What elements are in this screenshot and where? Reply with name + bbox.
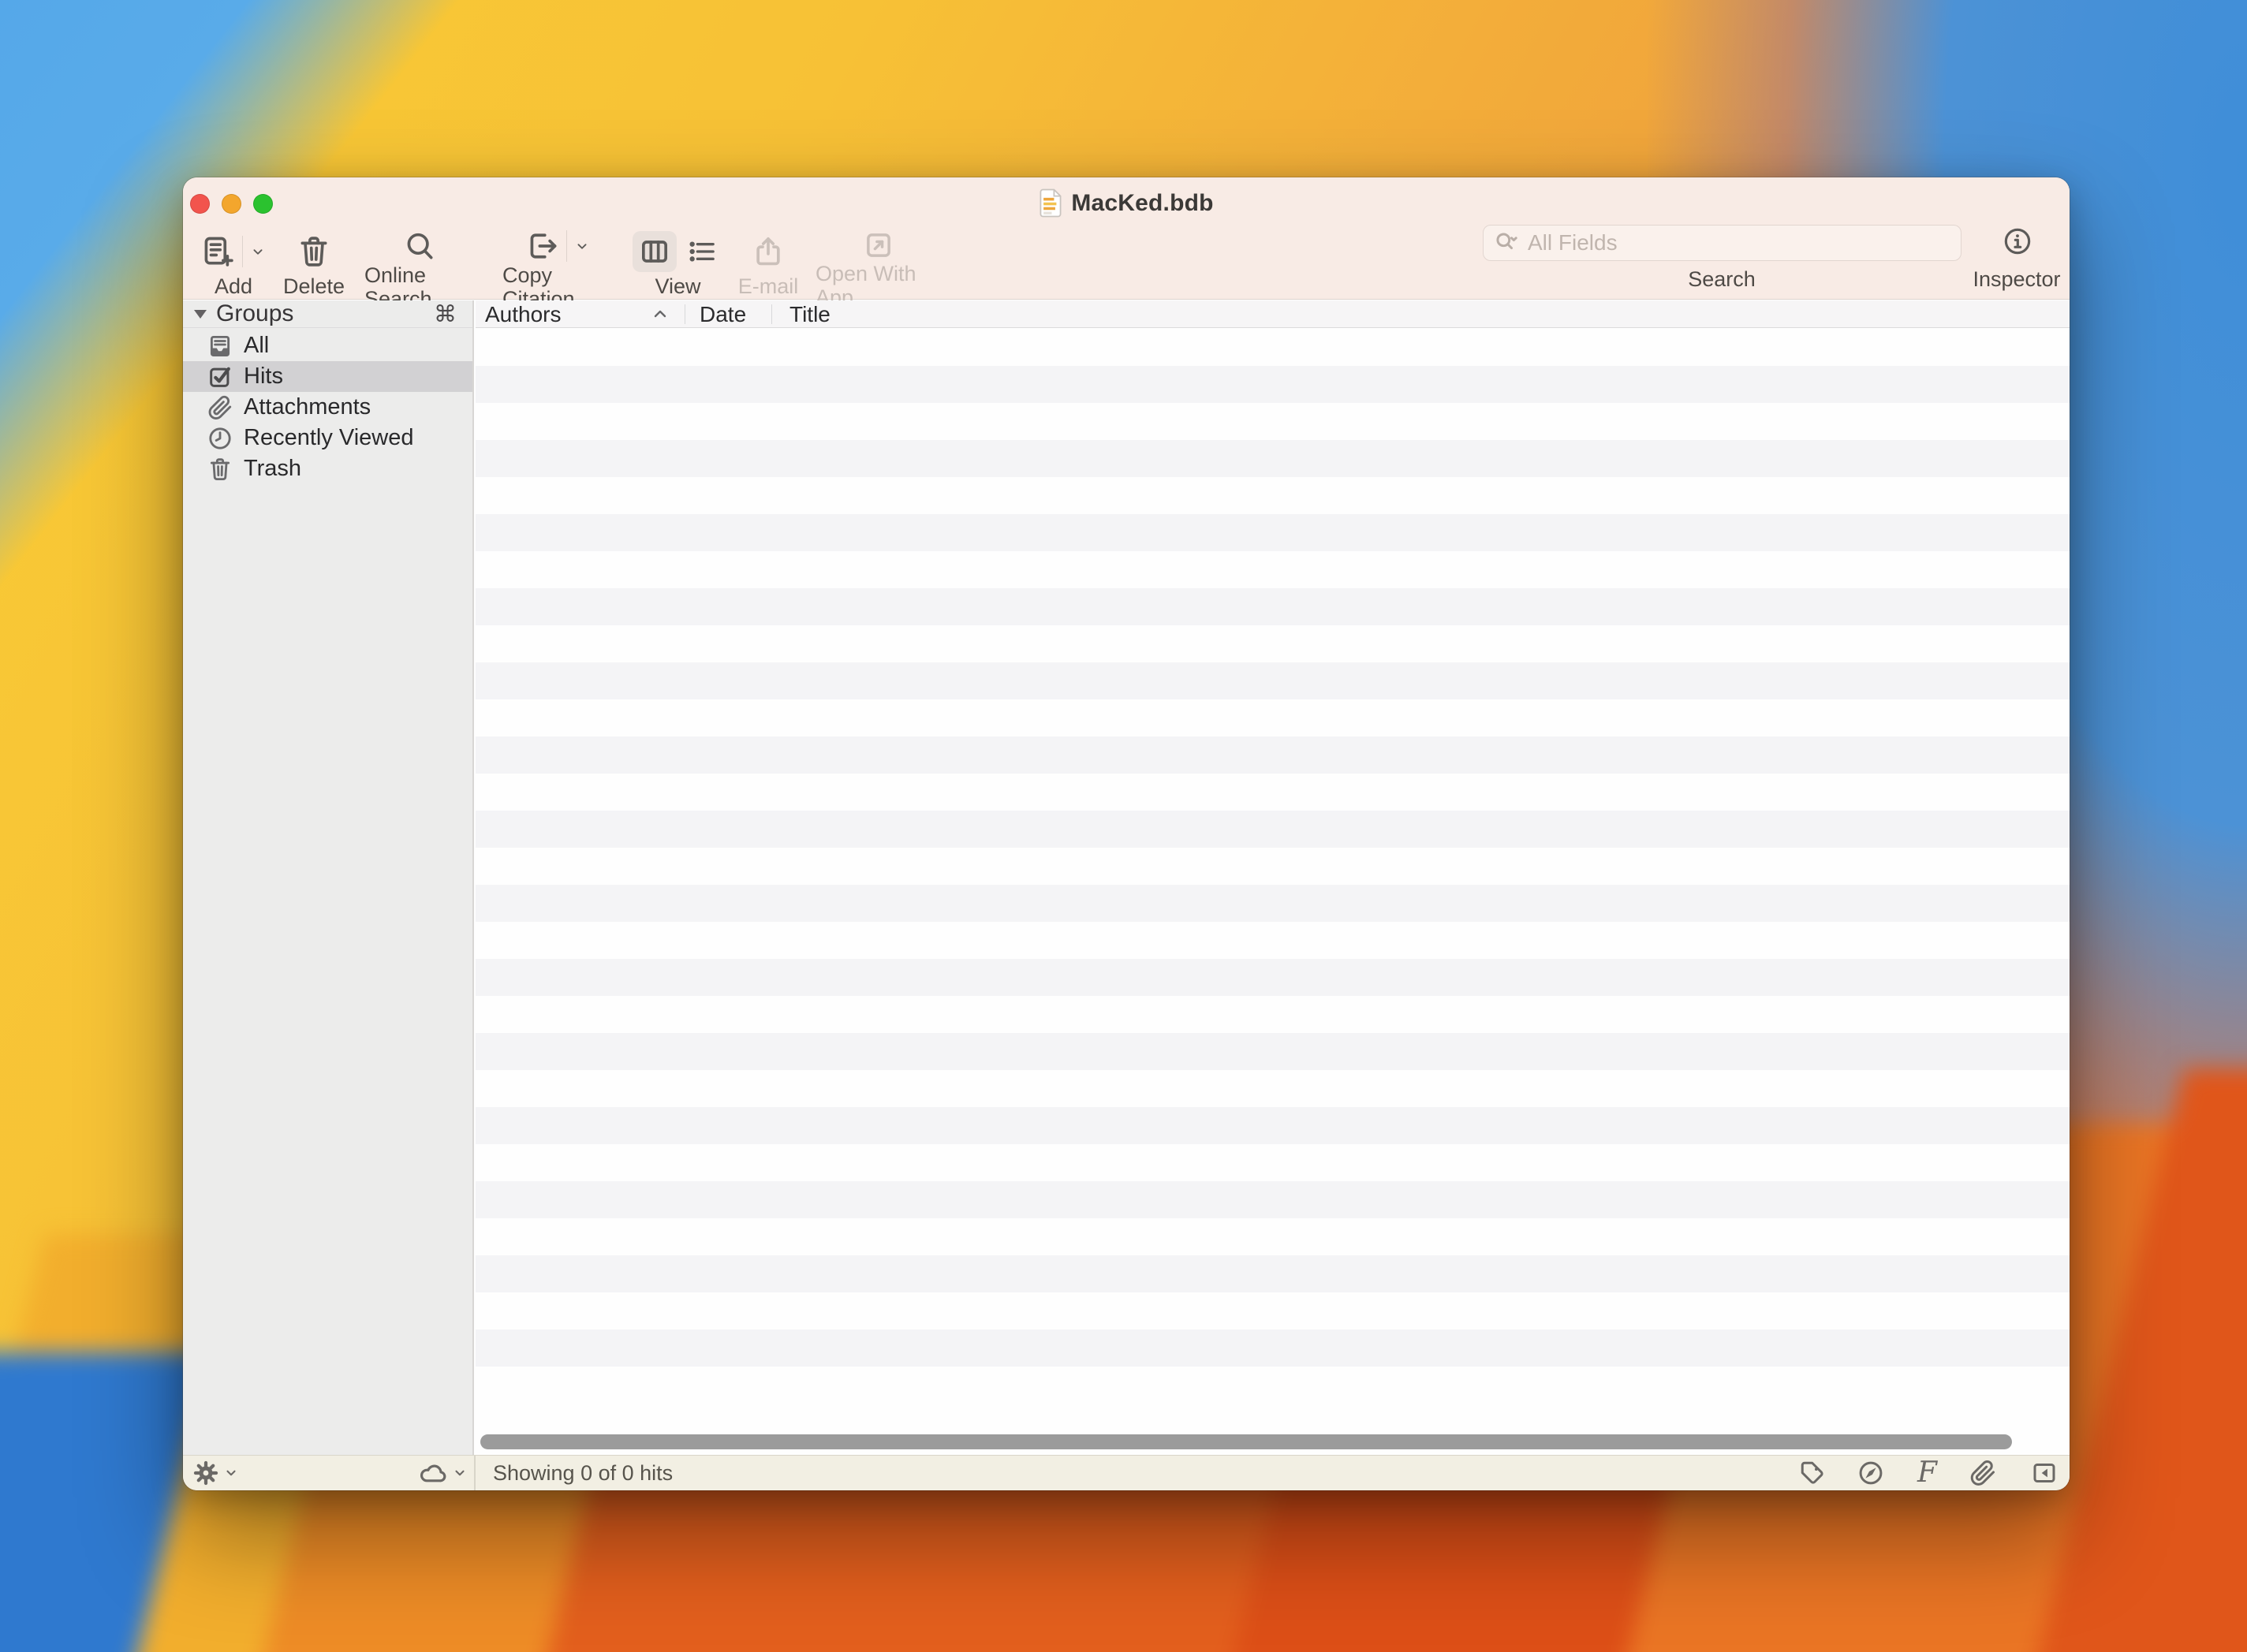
column-label: Date [700, 302, 746, 327]
bibtex-format-button[interactable]: F [1917, 1459, 1937, 1487]
export-citation-icon[interactable] [525, 229, 560, 263]
action-menu-button[interactable] [192, 1460, 238, 1486]
sidebar-item-label: Hits [244, 364, 283, 390]
column-header-authors[interactable]: Authors [485, 300, 562, 328]
sidebar-item-recently-viewed[interactable]: Recently Viewed [183, 423, 472, 453]
open-with-app-button: Open With App [816, 229, 942, 298]
status-message: Showing 0 of 0 hits [493, 1456, 673, 1490]
cloud-icon [418, 1458, 448, 1488]
search-label: Search [1672, 267, 1771, 292]
sidebar-item-attachments[interactable]: Attachments [183, 392, 472, 423]
status-bar: Showing 0 of 0 hits F [183, 1455, 2070, 1490]
email-label: E-mail [738, 274, 799, 298]
sidebar-item-label: Recently Viewed [244, 425, 413, 451]
info-icon [2002, 226, 2033, 257]
view-columns-button[interactable] [633, 231, 677, 272]
inspector-label: Inspector [1956, 267, 2077, 292]
format-f-icon: F [1917, 1459, 1937, 1487]
groups-sidebar: Groups ⌘ All [183, 300, 474, 1455]
sidebar-item-label: Attachments [244, 394, 371, 420]
groups-list: All Hits [183, 330, 472, 484]
compass-icon [1857, 1459, 1885, 1487]
paperclip-icon [1969, 1459, 1997, 1487]
column-header-date[interactable]: Date [700, 300, 746, 328]
publications-table: Authors Date Title [476, 300, 2070, 1455]
column-divider[interactable] [771, 304, 772, 324]
add-button[interactable]: Add [194, 229, 273, 298]
app-window: MacKed.bdb Add [183, 177, 2070, 1490]
chevron-down-icon [453, 1466, 467, 1480]
search-icon [402, 229, 437, 263]
table-header: Authors Date Title [476, 300, 2070, 328]
trash-icon [297, 234, 331, 269]
clock-icon [207, 425, 233, 452]
column-header-title[interactable]: Title [789, 300, 830, 328]
groups-header[interactable]: Groups ⌘ [183, 300, 472, 328]
sidebar-item-label: All [244, 333, 269, 359]
search-menu-icon[interactable] [1493, 229, 1520, 256]
copy-citation-menu-chevron-icon[interactable] [573, 237, 591, 255]
content-area: Groups ⌘ All [183, 300, 2070, 1455]
email-button: E-mail [733, 229, 804, 298]
search-field[interactable] [1483, 225, 1961, 261]
tag-icon [1798, 1459, 1827, 1487]
divider [474, 1456, 476, 1490]
online-search-button[interactable]: Online Search [364, 229, 475, 298]
document-proxy-icon [1039, 188, 1062, 218]
table-rows-empty [476, 329, 2070, 1404]
divider [242, 236, 243, 267]
sidebar-item-trash[interactable]: Trash [183, 453, 472, 484]
gear-icon [192, 1460, 219, 1486]
disclosure-triangle-icon[interactable] [194, 310, 207, 319]
tag-button[interactable] [1798, 1459, 1827, 1487]
sort-ascending-icon [651, 307, 670, 321]
view-list-button[interactable] [680, 231, 724, 272]
add-menu-chevron-icon[interactable] [249, 243, 267, 260]
sidebar-item-label: Trash [244, 456, 301, 482]
toggle-side-panel-button[interactable] [2030, 1459, 2059, 1487]
delete-label: Delete [283, 274, 345, 298]
chevron-down-icon [224, 1466, 238, 1480]
stack-tray-icon [207, 333, 233, 360]
share-icon [751, 234, 786, 269]
copy-citation-button[interactable]: Copy Citation [502, 229, 613, 298]
window-title: MacKed.bdb [1071, 190, 1213, 217]
paperclip-icon [207, 394, 233, 421]
open-external-icon [862, 229, 895, 262]
panel-collapse-icon [2030, 1459, 2059, 1487]
view-label: View [655, 274, 700, 298]
sidebar-item-all[interactable]: All [183, 330, 472, 361]
add-label: Add [215, 274, 252, 298]
titlebar[interactable]: MacKed.bdb [183, 177, 2070, 229]
column-label: Title [789, 302, 830, 327]
add-publication-icon[interactable] [201, 234, 236, 269]
checkbox-checked-icon [207, 364, 233, 390]
cloud-sync-button[interactable] [418, 1458, 467, 1488]
divider [566, 230, 567, 262]
trash-icon [207, 456, 233, 483]
compass-button[interactable] [1857, 1459, 1885, 1487]
attachment-button[interactable] [1969, 1459, 1997, 1487]
delete-button[interactable]: Delete [290, 229, 338, 298]
view-segmented-control: View [629, 229, 727, 298]
horizontal-scrollbar-thumb[interactable] [480, 1434, 2012, 1449]
column-label: Authors [485, 302, 562, 327]
groups-title: Groups [216, 300, 434, 327]
inspector-button[interactable] [2002, 226, 2033, 257]
sidebar-item-hits[interactable]: Hits [183, 361, 472, 392]
command-key-icon: ⌘ [434, 300, 457, 327]
search-input[interactable] [1526, 229, 1951, 256]
